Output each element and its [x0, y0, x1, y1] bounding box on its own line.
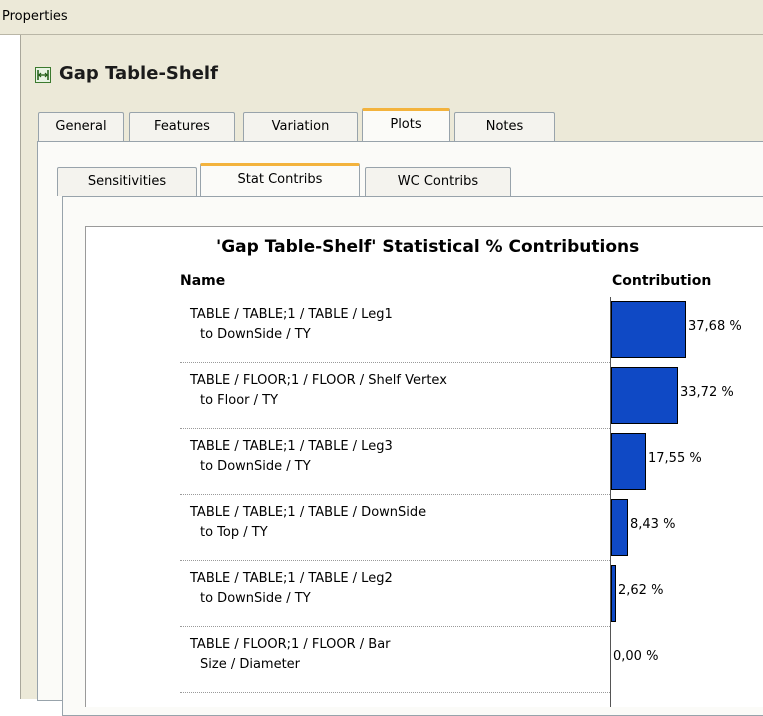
gap-dimension-icon — [35, 67, 51, 83]
tab-features[interactable]: Features — [129, 112, 235, 141]
stat-contribs-page: 'Gap Table-Shelf' Statistical % Contribu… — [62, 196, 763, 716]
row-name-line2: to DownSide / TY — [200, 591, 311, 606]
window-title: Properties — [2, 9, 68, 24]
subtab-stat-contribs[interactable]: Stat Contribs — [200, 163, 360, 196]
tab-plots[interactable]: Plots — [362, 108, 450, 141]
contribution-value-label: 2,62 % — [618, 583, 664, 598]
row-name-line2: to Floor / TY — [200, 393, 279, 408]
contribution-value-label: 37,68 % — [688, 319, 742, 334]
row-name-line2: to DownSide / TY — [200, 459, 311, 474]
contribution-bar — [611, 367, 678, 424]
subtab-sensitivities[interactable]: Sensitivities — [57, 167, 197, 196]
table-row[interactable]: TABLE / TABLE;1 / TABLE / Leg3 to DownSid… — [180, 429, 610, 495]
row-separator — [180, 692, 610, 693]
tab-notes[interactable]: Notes — [454, 112, 555, 141]
row-name-line1: TABLE / TABLE;1 / TABLE / Leg1 — [190, 307, 393, 322]
row-name-line2: Size / Diameter — [200, 657, 301, 672]
window-titlebar: Properties — [0, 0, 763, 35]
page-title: Gap Table-Shelf — [59, 63, 218, 84]
row-name-line1: TABLE / FLOOR;1 / FLOOR / Shelf Vertex — [190, 373, 447, 388]
table-row[interactable]: TABLE / FLOOR;1 / FLOOR / Bar Size / Diam… — [180, 627, 610, 693]
table-row[interactable]: TABLE / TABLE;1 / TABLE / Leg1 to DownSid… — [180, 297, 610, 363]
row-name-line1: TABLE / TABLE;1 / TABLE / DownSide — [190, 505, 427, 520]
chart-title: 'Gap Table-Shelf' Statistical % Contribu… — [216, 237, 640, 257]
contribution-value-label: 8,43 % — [630, 517, 676, 532]
properties-panel: Gap Table-Shelf General Features Variati… — [20, 35, 763, 716]
row-name-line2: to DownSide / TY — [200, 327, 311, 342]
plots-tab-page: Sensitivities Stat Contribs WC Contribs … — [37, 141, 763, 716]
column-header-name: Name — [180, 273, 226, 289]
contribution-bar — [611, 433, 646, 490]
tab-variation[interactable]: Variation — [243, 112, 358, 141]
row-name-line1: TABLE / TABLE;1 / TABLE / Leg3 — [190, 439, 393, 454]
contributions-chart: 'Gap Table-Shelf' Statistical % Contribu… — [85, 226, 763, 707]
table-row[interactable]: TABLE / TABLE;1 / TABLE / DownSide to Top… — [180, 495, 610, 561]
subtab-wc-contribs[interactable]: WC Contribs — [365, 167, 511, 196]
table-row[interactable]: TABLE / FLOOR;1 / FLOOR / Shelf Vertex to… — [180, 363, 610, 429]
contribution-value-label: 33,72 % — [680, 385, 734, 400]
table-row[interactable]: TABLE / TABLE;1 / TABLE / Leg2 to DownSid… — [180, 561, 610, 627]
row-name-line1: TABLE / TABLE;1 / TABLE / Leg2 — [190, 571, 393, 586]
contribution-bar — [611, 301, 686, 358]
tab-general[interactable]: General — [38, 112, 124, 141]
column-header-contribution: Contribution — [612, 273, 712, 289]
contribution-value-label: 0,00 % — [613, 649, 659, 664]
contribution-value-label: 17,55 % — [648, 451, 702, 466]
contribution-bar — [611, 565, 616, 622]
contribution-bar — [611, 499, 628, 556]
row-name-line2: to Top / TY — [200, 525, 268, 540]
row-name-line1: TABLE / FLOOR;1 / FLOOR / Bar — [190, 637, 391, 652]
